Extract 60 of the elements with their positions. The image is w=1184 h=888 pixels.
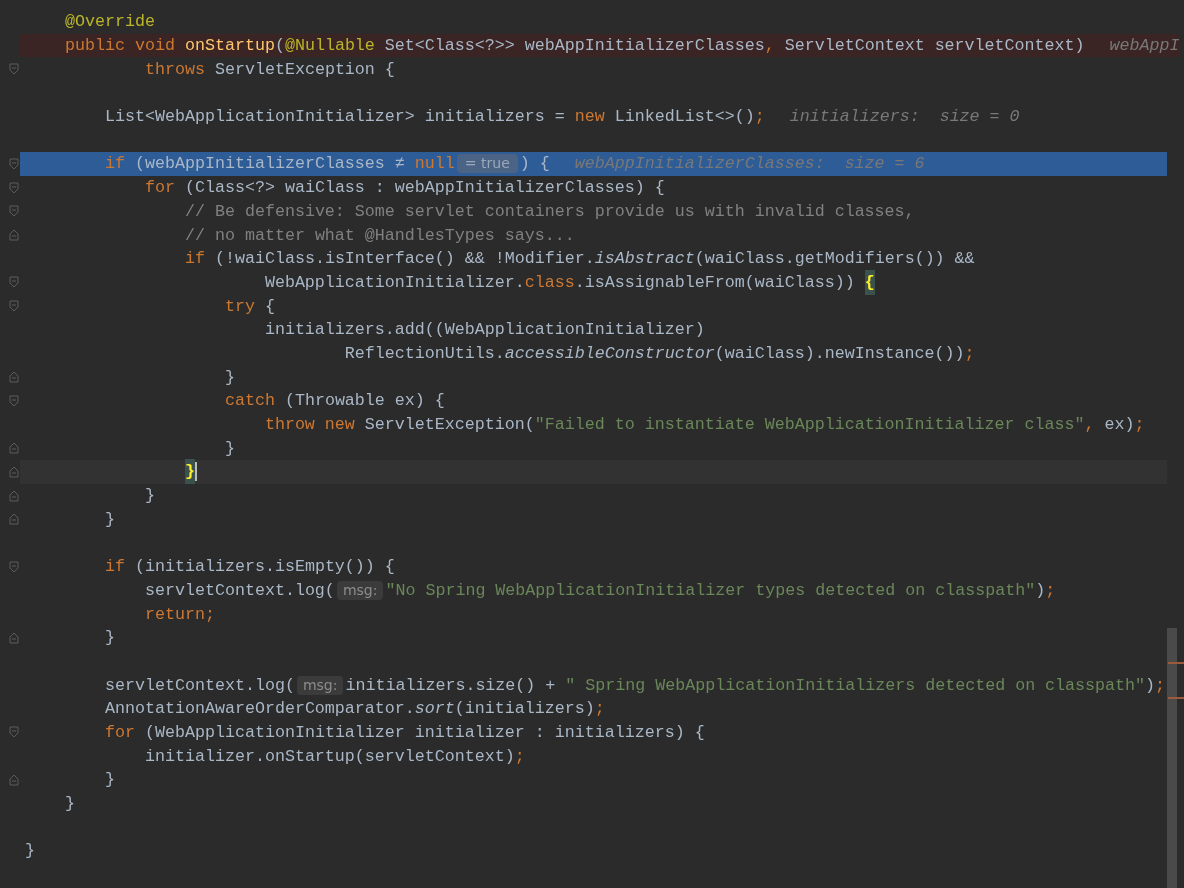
code-text: throws ServletException { xyxy=(144,58,395,81)
code-text: try { xyxy=(224,295,275,318)
code-text: "No Spring WebApplicationInitializer types detected on classpath"); xyxy=(385,579,1056,602)
code-text: // no matter what @HandlesTypes says... xyxy=(184,224,575,247)
fold-icon[interactable] xyxy=(9,442,19,455)
code-text: servletContext.log( xyxy=(144,579,335,602)
fold-icon[interactable] xyxy=(9,205,19,218)
code-text: ) { xyxy=(519,153,550,176)
code-text: } xyxy=(224,437,235,460)
code-text: if (!waiClass.isInterface() && !Modifier.isAbstract(waiClass.getModifiers()) && xyxy=(184,248,975,271)
code-text: catch (Throwable ex) { xyxy=(224,390,445,413)
parameter-hint: msg: xyxy=(336,580,384,600)
code-text: return; xyxy=(144,603,215,626)
code-text: List<WebApplicationInitializer> initializers = new LinkedList<>(); xyxy=(104,106,765,129)
fold-icon[interactable] xyxy=(9,229,19,242)
fold-icon[interactable] xyxy=(9,773,19,786)
debug-value-hint: initializers: size = 0 xyxy=(789,106,1020,129)
code-text: } xyxy=(25,840,35,863)
code-text: throw new ServletException("Failed to instantiate WebApplicationInitializer class", ex); xyxy=(264,414,1145,437)
code-text: WebApplicationInitializer.class.isAssignableFrom(waiClass)) xyxy=(264,271,856,294)
fold-icon[interactable] xyxy=(9,631,19,644)
inline-value-hint: = true xyxy=(456,154,518,174)
fold-icon[interactable] xyxy=(9,300,19,313)
code-text: for (WebApplicationInitializer initializer : initializers) { xyxy=(104,721,705,744)
fold-icon[interactable] xyxy=(9,465,19,478)
fold-icon[interactable] xyxy=(9,276,19,289)
code-text: } xyxy=(144,485,155,508)
debug-value-hint: webAppI xyxy=(1109,35,1180,58)
fold-icon[interactable] xyxy=(9,157,19,170)
code-text: AnnotationAwareOrderComparator.sort(initializers); xyxy=(104,698,605,721)
debug-value-hint: webAppInitializerClasses: size = 6 xyxy=(574,153,925,176)
matched-brace: { xyxy=(864,269,875,295)
code-text: for (Class<?> waiClass : webAppInitializerClasses) { xyxy=(144,177,665,200)
fold-icon[interactable] xyxy=(9,181,19,194)
code-text: // Be defensive: Some servlet containers provide us with invalid classes, xyxy=(184,200,915,223)
fold-icon[interactable] xyxy=(9,63,19,76)
fold-icon[interactable] xyxy=(9,371,19,384)
matched-brace: } xyxy=(184,459,195,485)
text-caret xyxy=(194,462,197,482)
fold-icon[interactable] xyxy=(9,560,19,573)
code-text: } xyxy=(224,366,235,389)
fold-icon[interactable] xyxy=(9,513,19,526)
code-text: if (webAppInitializerClasses ≠ null xyxy=(104,153,455,176)
code-text: initializer.onStartup(servletContext); xyxy=(144,745,525,768)
code-text: } xyxy=(104,769,115,792)
parameter-hint: msg: xyxy=(296,675,344,695)
scrollbar-thumb[interactable] xyxy=(1167,628,1177,888)
code-text: public void onStartup(@Nullable Set<Class<?>> webAppInitializerClasses, ServletContext servletContext) xyxy=(65,35,1085,58)
fold-icon[interactable] xyxy=(9,489,19,502)
fold-icon[interactable] xyxy=(9,726,19,739)
code-text: } xyxy=(104,508,115,531)
fold-icon[interactable] xyxy=(9,394,19,407)
code-text: initializers.size() + " Spring WebApplicationInitializers detected on classpath"); xyxy=(345,674,1166,697)
code-text: ReflectionUtils.accessibleConstructor(waiClass).newInstance()); xyxy=(344,342,975,365)
code-text: @Override xyxy=(65,11,155,34)
code-text: servletContext.log( xyxy=(104,674,295,697)
code-text: } xyxy=(65,793,75,816)
code-text: } xyxy=(104,627,115,650)
code-text: if (initializers.isEmpty()) { xyxy=(104,556,395,579)
code-text: initializers.add((WebApplicationInitializer) xyxy=(264,319,705,342)
